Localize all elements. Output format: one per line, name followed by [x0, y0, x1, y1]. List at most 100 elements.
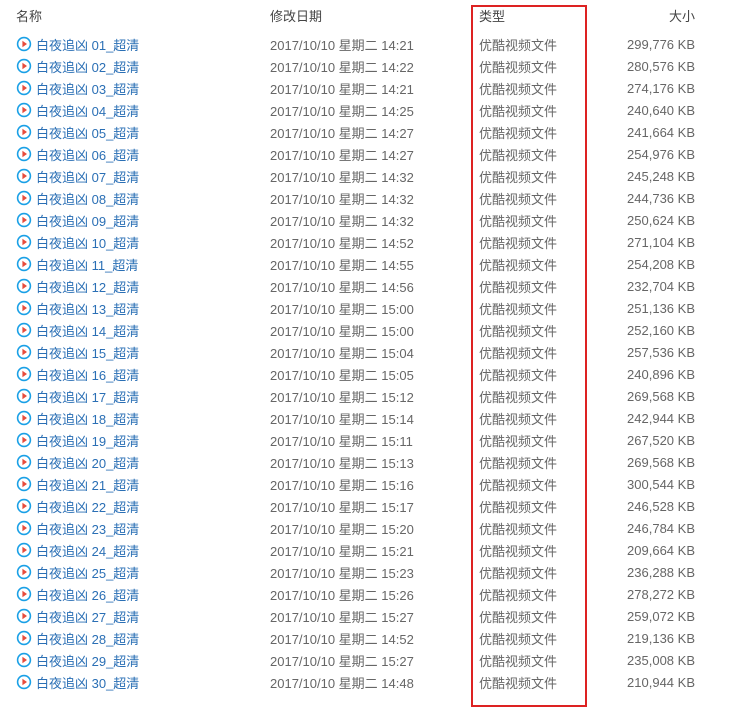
file-date-cell: 2017/10/10 星期二 14:55: [270, 255, 475, 274]
table-row[interactable]: 白夜追凶 19_超清2017/10/10 星期二 15:11优酷视频文件267,…: [0, 429, 739, 451]
file-name-label: 白夜追凶 02_超清: [36, 57, 139, 76]
file-name-cell[interactable]: 白夜追凶 15_超清: [0, 343, 270, 362]
column-header-name[interactable]: 名称: [0, 6, 270, 25]
file-date-cell: 2017/10/10 星期二 14:32: [270, 189, 475, 208]
file-date-cell: 2017/10/10 星期二 15:17: [270, 497, 475, 516]
file-size-cell: 257,536 KB: [587, 345, 717, 360]
table-row[interactable]: 白夜追凶 17_超清2017/10/10 星期二 15:12优酷视频文件269,…: [0, 385, 739, 407]
table-row[interactable]: 白夜追凶 18_超清2017/10/10 星期二 15:14优酷视频文件242,…: [0, 407, 739, 429]
file-name-label: 白夜追凶 27_超清: [36, 607, 139, 626]
file-name-cell[interactable]: 白夜追凶 25_超清: [0, 563, 270, 582]
video-file-icon: [16, 102, 32, 118]
table-row[interactable]: 白夜追凶 07_超清2017/10/10 星期二 14:32优酷视频文件245,…: [0, 165, 739, 187]
table-row[interactable]: 白夜追凶 30_超清2017/10/10 星期二 14:48优酷视频文件210,…: [0, 671, 739, 693]
table-row[interactable]: 白夜追凶 28_超清2017/10/10 星期二 14:52优酷视频文件219,…: [0, 627, 739, 649]
file-name-cell[interactable]: 白夜追凶 07_超清: [0, 167, 270, 186]
table-row[interactable]: 白夜追凶 15_超清2017/10/10 星期二 15:04优酷视频文件257,…: [0, 341, 739, 363]
table-row[interactable]: 白夜追凶 27_超清2017/10/10 星期二 15:27优酷视频文件259,…: [0, 605, 739, 627]
table-row[interactable]: 白夜追凶 09_超清2017/10/10 星期二 14:32优酷视频文件250,…: [0, 209, 739, 231]
file-name-label: 白夜追凶 26_超清: [36, 585, 139, 604]
table-row[interactable]: 白夜追凶 22_超清2017/10/10 星期二 15:17优酷视频文件246,…: [0, 495, 739, 517]
file-type-cell: 优酷视频文件: [475, 277, 587, 296]
column-header-size[interactable]: 大小: [587, 6, 717, 25]
video-file-icon: [16, 212, 32, 228]
file-name-cell[interactable]: 白夜追凶 23_超清: [0, 519, 270, 538]
file-name-cell[interactable]: 白夜追凶 09_超清: [0, 211, 270, 230]
file-name-cell[interactable]: 白夜追凶 05_超清: [0, 123, 270, 142]
file-type-cell: 优酷视频文件: [475, 167, 587, 186]
file-name-cell[interactable]: 白夜追凶 24_超清: [0, 541, 270, 560]
file-name-label: 白夜追凶 14_超清: [36, 321, 139, 340]
file-name-cell[interactable]: 白夜追凶 27_超清: [0, 607, 270, 626]
file-size-cell: 246,784 KB: [587, 521, 717, 536]
file-type-cell: 优酷视频文件: [475, 519, 587, 538]
table-row[interactable]: 白夜追凶 08_超清2017/10/10 星期二 14:32优酷视频文件244,…: [0, 187, 739, 209]
file-name-cell[interactable]: 白夜追凶 13_超清: [0, 299, 270, 318]
file-name-cell[interactable]: 白夜追凶 17_超清: [0, 387, 270, 406]
table-row[interactable]: 白夜追凶 05_超清2017/10/10 星期二 14:27优酷视频文件241,…: [0, 121, 739, 143]
file-name-cell[interactable]: 白夜追凶 28_超清: [0, 629, 270, 648]
file-name-cell[interactable]: 白夜追凶 14_超清: [0, 321, 270, 340]
file-name-cell[interactable]: 白夜追凶 02_超清: [0, 57, 270, 76]
file-name-cell[interactable]: 白夜追凶 26_超清: [0, 585, 270, 604]
file-name-cell[interactable]: 白夜追凶 03_超清: [0, 79, 270, 98]
file-name-cell[interactable]: 白夜追凶 06_超清: [0, 145, 270, 164]
table-row[interactable]: 白夜追凶 11_超清2017/10/10 星期二 14:55优酷视频文件254,…: [0, 253, 739, 275]
file-name-label: 白夜追凶 22_超清: [36, 497, 139, 516]
table-row[interactable]: 白夜追凶 26_超清2017/10/10 星期二 15:26优酷视频文件278,…: [0, 583, 739, 605]
table-row[interactable]: 白夜追凶 13_超清2017/10/10 星期二 15:00优酷视频文件251,…: [0, 297, 739, 319]
table-row[interactable]: 白夜追凶 02_超清2017/10/10 星期二 14:22优酷视频文件280,…: [0, 55, 739, 77]
file-size-cell: 278,272 KB: [587, 587, 717, 602]
table-row[interactable]: 白夜追凶 23_超清2017/10/10 星期二 15:20优酷视频文件246,…: [0, 517, 739, 539]
table-row[interactable]: 白夜追凶 12_超清2017/10/10 星期二 14:56优酷视频文件232,…: [0, 275, 739, 297]
table-row[interactable]: 白夜追凶 10_超清2017/10/10 星期二 14:52优酷视频文件271,…: [0, 231, 739, 253]
file-size-cell: 259,072 KB: [587, 609, 717, 624]
file-type-cell: 优酷视频文件: [475, 475, 587, 494]
table-row[interactable]: 白夜追凶 20_超清2017/10/10 星期二 15:13优酷视频文件269,…: [0, 451, 739, 473]
file-name-cell[interactable]: 白夜追凶 04_超清: [0, 101, 270, 120]
table-row[interactable]: 白夜追凶 29_超清2017/10/10 星期二 15:27优酷视频文件235,…: [0, 649, 739, 671]
file-name-cell[interactable]: 白夜追凶 22_超清: [0, 497, 270, 516]
file-name-cell[interactable]: 白夜追凶 18_超清: [0, 409, 270, 428]
file-date-cell: 2017/10/10 星期二 14:32: [270, 211, 475, 230]
file-size-cell: 244,736 KB: [587, 191, 717, 206]
file-size-cell: 250,624 KB: [587, 213, 717, 228]
file-name-cell[interactable]: 白夜追凶 19_超清: [0, 431, 270, 450]
file-type-cell: 优酷视频文件: [475, 431, 587, 450]
table-row[interactable]: 白夜追凶 24_超清2017/10/10 星期二 15:21优酷视频文件209,…: [0, 539, 739, 561]
column-header-date[interactable]: 修改日期: [270, 6, 475, 25]
table-row[interactable]: 白夜追凶 06_超清2017/10/10 星期二 14:27优酷视频文件254,…: [0, 143, 739, 165]
video-file-icon: [16, 498, 32, 514]
file-type-cell: 优酷视频文件: [475, 123, 587, 142]
table-row[interactable]: 白夜追凶 03_超清2017/10/10 星期二 14:21优酷视频文件274,…: [0, 77, 739, 99]
table-row[interactable]: 白夜追凶 16_超清2017/10/10 星期二 15:05优酷视频文件240,…: [0, 363, 739, 385]
file-name-cell[interactable]: 白夜追凶 20_超清: [0, 453, 270, 472]
table-row[interactable]: 白夜追凶 21_超清2017/10/10 星期二 15:16优酷视频文件300,…: [0, 473, 739, 495]
file-date-cell: 2017/10/10 星期二 15:04: [270, 343, 475, 362]
table-row[interactable]: 白夜追凶 01_超清2017/10/10 星期二 14:21优酷视频文件299,…: [0, 33, 739, 55]
file-name-cell[interactable]: 白夜追凶 12_超清: [0, 277, 270, 296]
file-name-cell[interactable]: 白夜追凶 01_超清: [0, 35, 270, 54]
table-row[interactable]: 白夜追凶 25_超清2017/10/10 星期二 15:23优酷视频文件236,…: [0, 561, 739, 583]
file-size-cell: 246,528 KB: [587, 499, 717, 514]
file-size-cell: 254,208 KB: [587, 257, 717, 272]
file-type-cell: 优酷视频文件: [475, 57, 587, 76]
file-name-cell[interactable]: 白夜追凶 29_超清: [0, 651, 270, 670]
file-name-cell[interactable]: 白夜追凶 21_超清: [0, 475, 270, 494]
file-size-cell: 240,640 KB: [587, 103, 717, 118]
table-row[interactable]: 白夜追凶 04_超清2017/10/10 星期二 14:25优酷视频文件240,…: [0, 99, 739, 121]
file-name-label: 白夜追凶 07_超清: [36, 167, 139, 186]
file-type-cell: 优酷视频文件: [475, 365, 587, 384]
file-name-cell[interactable]: 白夜追凶 08_超清: [0, 189, 270, 208]
file-type-cell: 优酷视频文件: [475, 101, 587, 120]
table-row[interactable]: 白夜追凶 14_超清2017/10/10 星期二 15:00优酷视频文件252,…: [0, 319, 739, 341]
file-name-label: 白夜追凶 15_超清: [36, 343, 139, 362]
file-name-cell[interactable]: 白夜追凶 16_超清: [0, 365, 270, 384]
file-name-cell[interactable]: 白夜追凶 11_超清: [0, 255, 270, 274]
column-header-type[interactable]: 类型: [475, 6, 587, 25]
file-size-cell: 209,664 KB: [587, 543, 717, 558]
file-size-cell: 300,544 KB: [587, 477, 717, 492]
file-name-cell[interactable]: 白夜追凶 10_超清: [0, 233, 270, 252]
file-date-cell: 2017/10/10 星期二 14:21: [270, 79, 475, 98]
file-name-cell[interactable]: 白夜追凶 30_超清: [0, 673, 270, 692]
